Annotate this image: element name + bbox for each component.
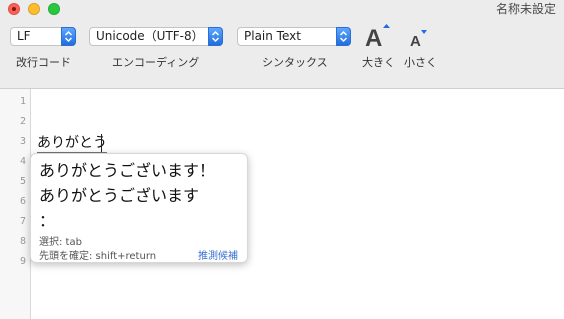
font-bigger-icon: A <box>365 24 390 52</box>
zoom-window-button[interactable] <box>48 3 60 15</box>
text-caret <box>101 134 102 152</box>
line-number: 6 <box>19 196 26 207</box>
line-ending-popup[interactable]: LF <box>10 27 76 46</box>
bigger-font-button[interactable]: A <box>364 22 392 54</box>
line-number: 3 <box>19 136 26 147</box>
encoding-popup[interactable]: Unicode（UTF-8） <box>89 27 223 46</box>
minimize-window-button[interactable] <box>28 3 40 15</box>
candidate-item[interactable]: ありがとうございます <box>39 182 199 206</box>
font-smaller-icon: A <box>410 30 427 50</box>
close-window-button[interactable] <box>8 3 20 15</box>
popup-arrows-icon <box>336 27 351 46</box>
encoding-label: エンコーディング <box>112 56 200 69</box>
line-number: 1 <box>19 96 26 107</box>
encoding-value: Unicode（UTF-8） <box>96 29 204 43</box>
line-number: 7 <box>19 216 26 227</box>
line-number: 4 <box>19 156 26 167</box>
line-ending-label: 改行コード <box>16 56 71 69</box>
syntax-value: Plain Text <box>244 29 301 43</box>
line-number: 2 <box>19 116 26 127</box>
svg-text:A: A <box>410 33 421 50</box>
ime-candidate-window: ありがとうございます！ ありがとうございます ： 選択: tab 先頭を確定: … <box>30 153 248 263</box>
toolbar: 名称未設定 LF 改行コード Unicode（UTF-8） エンコーディング P… <box>0 0 564 89</box>
smaller-font-label: 小さく <box>404 56 437 69</box>
confirm-hint: 先頭を確定: shift+return <box>39 251 157 262</box>
select-hint: 選択: tab <box>39 237 82 248</box>
line-ending-value: LF <box>17 29 31 43</box>
line-number-gutter: 1 2 3 4 5 6 7 8 9 <box>0 89 31 319</box>
predictive-candidates-link[interactable]: 推測候補 <box>198 247 238 262</box>
line-number: 8 <box>19 236 26 247</box>
line-number: 9 <box>19 256 26 267</box>
bigger-font-label: 大きく <box>362 56 395 69</box>
svg-text:A: A <box>365 25 382 50</box>
candidate-item[interactable]: ： <box>39 207 55 231</box>
syntax-label: シンタックス <box>262 56 328 69</box>
close-icon <box>12 7 16 11</box>
marked-input-text: ありがとう <box>37 134 107 154</box>
window-title: 名称未設定 <box>495 2 556 16</box>
smaller-font-button[interactable]: A <box>409 28 431 54</box>
popup-arrows-icon <box>61 27 76 46</box>
line-number: 5 <box>19 176 26 187</box>
syntax-popup[interactable]: Plain Text <box>237 27 351 46</box>
popup-arrows-icon <box>208 27 223 46</box>
candidate-item[interactable]: ありがとうございます！ <box>39 157 215 181</box>
